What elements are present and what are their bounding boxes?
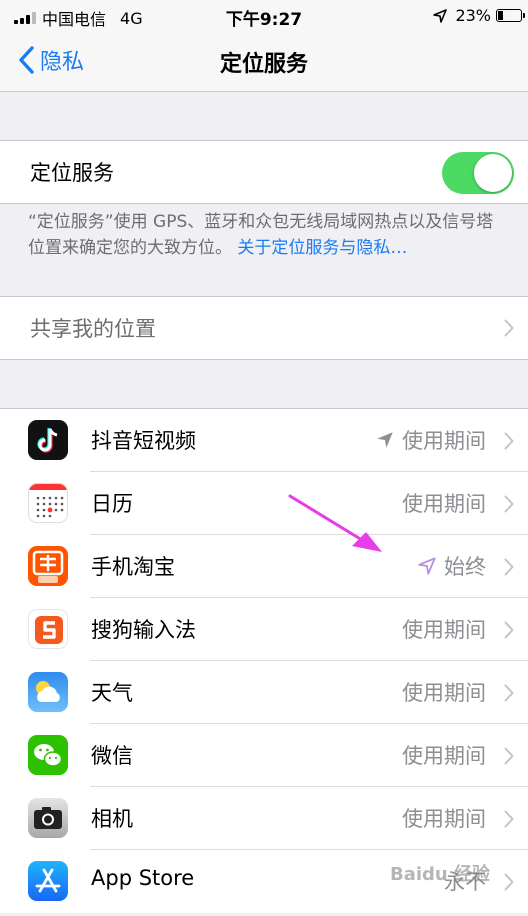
chevron-right-icon <box>504 684 514 701</box>
chevron-right-icon <box>504 432 514 449</box>
location-services-group: 定位服务 <box>0 140 528 204</box>
chevron-right-icon <box>504 873 514 890</box>
wechat-icon <box>28 735 68 775</box>
douyin-icon <box>28 420 68 460</box>
app-permission-status: 使用期间 <box>402 488 486 518</box>
app-permission-status: 使用期间 <box>376 425 486 455</box>
calendar-icon <box>28 483 68 523</box>
app-name: 日历 <box>91 492 133 516</box>
location-services-toggle[interactable] <box>442 152 514 194</box>
annotation-arrow-icon <box>288 494 382 552</box>
status-bar: 中国电信 4G 下午9:27 23% <box>0 0 528 32</box>
sogou-icon <box>28 609 68 649</box>
share-location-label: 共享我的位置 <box>30 317 156 341</box>
location-arrow-icon <box>433 8 448 23</box>
app-row-weather[interactable]: 天气 使用期间 <box>0 661 528 724</box>
status-text: 使用期间 <box>402 744 486 768</box>
app-name: 抖音短视频 <box>91 429 196 453</box>
chevron-right-icon <box>504 495 514 512</box>
app-permission-status: 使用期间 <box>402 677 486 707</box>
location-services-label: 定位服务 <box>30 161 114 185</box>
camera-icon <box>28 798 68 838</box>
location-services-row: 定位服务 <box>0 141 528 203</box>
app-list: 抖音短视频 使用期间 日历 使用期间 手机淘宝 始终 搜狗输入法 使用期间 天气… <box>0 408 528 913</box>
app-row-taobao[interactable]: 手机淘宝 始终 <box>0 535 528 598</box>
status-text: 始终 <box>444 555 486 579</box>
status-right: 23% <box>433 6 525 25</box>
share-location-group: 共享我的位置 <box>0 296 528 360</box>
share-location-row[interactable]: 共享我的位置 <box>0 297 528 359</box>
battery-icon <box>496 9 525 22</box>
location-services-description: “定位服务”使用 GPS、蓝牙和众包无线局域网热点以及信号塔位置来确定您的大致方… <box>28 209 508 261</box>
app-permission-status: 使用期间 <box>402 740 486 770</box>
app-permission-status: 始终 <box>418 551 486 581</box>
app-name: 微信 <box>91 744 133 768</box>
app-name: App Store <box>91 866 195 890</box>
status-text: 使用期间 <box>402 807 486 831</box>
app-row-calendar[interactable]: 日历 使用期间 <box>0 472 528 535</box>
chevron-right-icon <box>504 621 514 638</box>
privacy-link[interactable]: 关于定位服务与隐私… <box>237 238 407 258</box>
location-arrow-icon <box>377 432 393 448</box>
status-text: 使用期间 <box>402 618 486 642</box>
chevron-right-icon <box>504 558 514 575</box>
chevron-right-icon <box>504 319 514 337</box>
app-permission-status: 使用期间 <box>402 614 486 644</box>
weather-icon <box>28 672 68 712</box>
taobao-icon <box>28 546 68 586</box>
app-permission-status: 使用期间 <box>402 803 486 833</box>
app-name: 相机 <box>91 807 133 831</box>
app-row-douyin[interactable]: 抖音短视频 使用期间 <box>0 409 528 472</box>
appstore-icon <box>28 861 68 901</box>
navigation-bar: 隐私 定位服务 <box>0 32 528 92</box>
app-name: 天气 <box>91 681 133 705</box>
status-text: 使用期间 <box>402 492 486 516</box>
app-row-camera[interactable]: 相机 使用期间 <box>0 787 528 850</box>
app-row-wechat[interactable]: 微信 使用期间 <box>0 724 528 787</box>
app-name: 搜狗输入法 <box>91 618 196 642</box>
battery-percent: 23% <box>455 6 491 25</box>
app-name: 手机淘宝 <box>91 555 175 579</box>
location-arrow-outline-icon <box>418 557 436 575</box>
app-row-sogou[interactable]: 搜狗输入法 使用期间 <box>0 598 528 661</box>
status-text: 使用期间 <box>402 429 486 453</box>
page-title: 定位服务 <box>219 52 308 77</box>
chevron-right-icon <box>504 747 514 764</box>
status-text: 使用期间 <box>402 681 486 705</box>
chevron-right-icon <box>504 810 514 827</box>
watermark: Baidu 经验 <box>390 864 491 885</box>
